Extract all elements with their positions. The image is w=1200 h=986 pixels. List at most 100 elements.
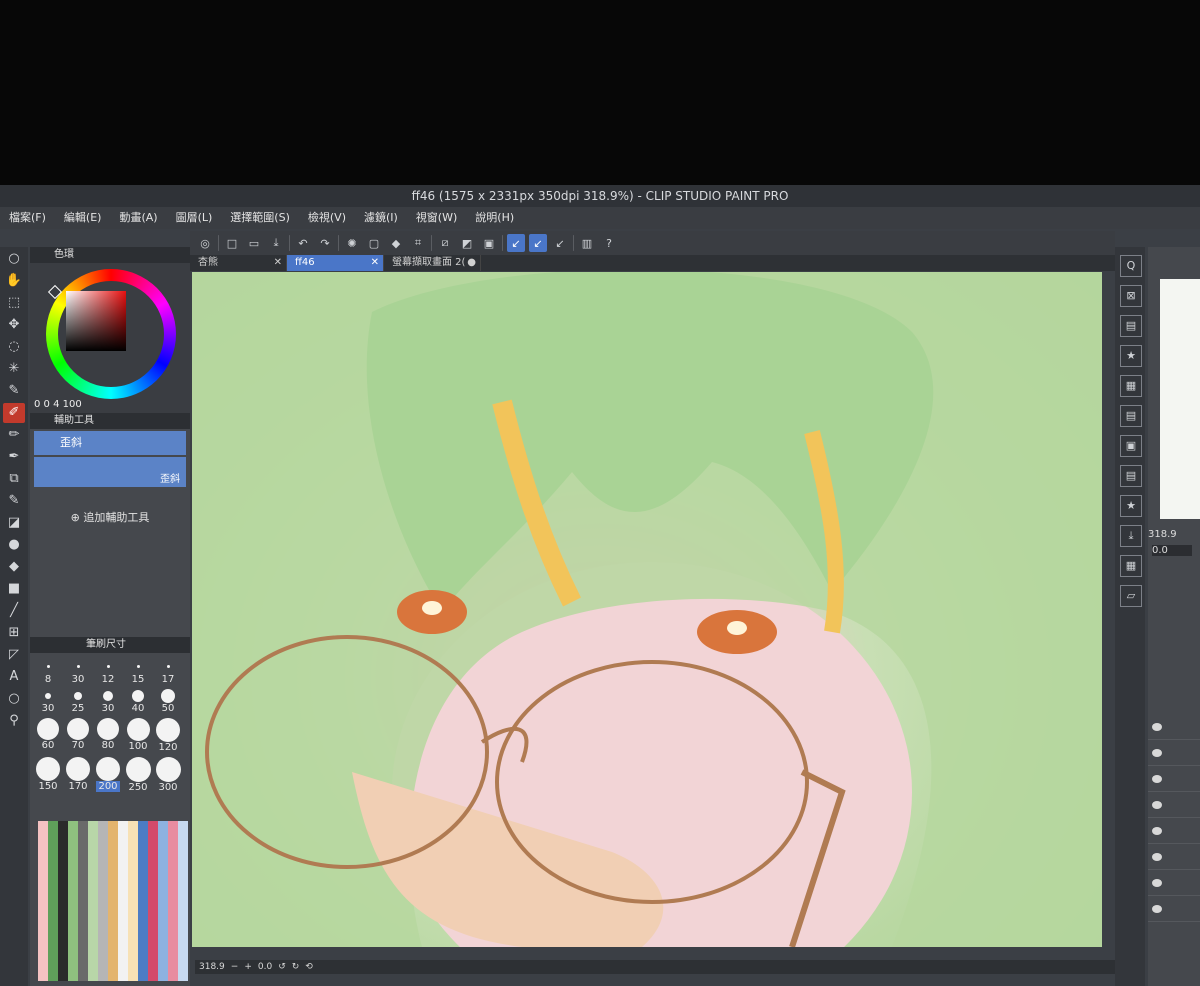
palette-swatch[interactable] [78, 841, 88, 851]
figure-icon[interactable]: ╱ [3, 601, 25, 621]
canvas-tab[interactable]: 螢幕擷取畫面 2(● [384, 255, 481, 271]
palette-swatch[interactable] [128, 901, 138, 911]
palette-swatch[interactable] [58, 931, 68, 941]
brush-size-item[interactable]: 17 [154, 659, 182, 685]
palette-swatch[interactable] [108, 891, 118, 901]
palette-swatch[interactable] [58, 861, 68, 871]
palette-swatch[interactable] [98, 881, 108, 891]
brush-size-item[interactable]: 250 [124, 757, 152, 793]
palette-swatch[interactable] [128, 911, 138, 921]
palette-swatch[interactable] [158, 851, 168, 861]
palette-swatch[interactable] [38, 871, 48, 881]
palette-swatch[interactable] [78, 941, 88, 951]
eye-icon[interactable] [1152, 879, 1162, 887]
brush-size-item[interactable]: 15 [124, 659, 152, 685]
palette-swatch[interactable] [178, 881, 188, 891]
gradient-icon[interactable]: ■ [3, 579, 25, 599]
new-file-icon[interactable]: □ [223, 234, 241, 252]
palette-swatch[interactable] [118, 931, 128, 941]
add-subtool-button[interactable]: ⊕ 追加輔助工具 [30, 509, 190, 525]
palette-swatch[interactable] [148, 951, 158, 961]
saturation-value-square[interactable] [66, 291, 126, 351]
palette-swatch[interactable] [128, 961, 138, 971]
tag-icon[interactable]: ▱ [1120, 585, 1142, 607]
palette-swatch[interactable] [48, 861, 58, 871]
palette-swatch[interactable] [38, 941, 48, 951]
palette-swatch[interactable] [98, 871, 108, 881]
palette-swatch[interactable] [98, 841, 108, 851]
palette-swatch[interactable] [88, 921, 98, 931]
navigator-zoom[interactable]: 318.9 [1148, 529, 1177, 540]
palette-swatch[interactable] [168, 971, 178, 981]
palette-swatch[interactable] [48, 881, 58, 891]
navigator-thumbnail[interactable] [1160, 279, 1200, 519]
blend-icon[interactable]: ● [3, 535, 25, 555]
palette-swatch[interactable] [108, 851, 118, 861]
palette-swatch[interactable] [38, 931, 48, 941]
palette-swatch[interactable] [38, 961, 48, 971]
brush-size-item[interactable]: 40 [124, 689, 152, 714]
hand-icon[interactable]: ✋ [3, 271, 25, 291]
palette-swatch[interactable] [168, 831, 178, 841]
menu-edit[interactable]: 編輯(E) [55, 207, 111, 229]
eye-icon[interactable] [1152, 853, 1162, 861]
palette-swatch[interactable] [138, 851, 148, 861]
palette-swatch[interactable] [178, 851, 188, 861]
loading-icon[interactable]: ✺ [343, 234, 361, 252]
palette-swatch[interactable] [118, 881, 128, 891]
palette-swatch[interactable] [158, 961, 168, 971]
palette-swatch[interactable] [58, 841, 68, 851]
eraser-icon[interactable]: ◪ [3, 513, 25, 533]
palette-swatch[interactable] [138, 921, 148, 931]
ruler-tool-icon[interactable]: ◸ [3, 645, 25, 665]
palette-swatch[interactable] [178, 821, 188, 831]
palette-swatch[interactable] [68, 831, 78, 841]
palette-swatch[interactable] [68, 961, 78, 971]
palette-swatch[interactable] [168, 891, 178, 901]
palette-swatch[interactable] [138, 861, 148, 871]
pencil-icon[interactable]: ✏ [3, 425, 25, 445]
decoration-icon[interactable]: ✎ [3, 491, 25, 511]
undo-icon[interactable]: ↶ [294, 234, 312, 252]
palette-swatch[interactable] [78, 961, 88, 971]
brush-size-item[interactable]: 120 [154, 718, 182, 753]
subtool-tab[interactable]: 輔助工具 [30, 413, 190, 429]
palette-swatch[interactable] [88, 891, 98, 901]
ruler-icon[interactable]: ▥ [578, 234, 596, 252]
palette-swatch[interactable] [178, 871, 188, 881]
palette-swatch[interactable] [168, 841, 178, 851]
palette-swatch[interactable] [118, 851, 128, 861]
brush-size-item-selected[interactable]: 200 [94, 757, 122, 793]
palette-swatch[interactable] [148, 901, 158, 911]
palette-swatch[interactable] [58, 901, 68, 911]
palette-swatch[interactable] [178, 951, 188, 961]
palette-swatch[interactable] [158, 831, 168, 841]
brush-size-item[interactable]: 8 [34, 659, 62, 685]
palette-swatch[interactable] [168, 901, 178, 911]
brush-size-item[interactable]: 30 [64, 659, 92, 685]
palette-swatch[interactable] [148, 891, 158, 901]
palette-swatch[interactable] [48, 831, 58, 841]
palette-swatch[interactable] [158, 921, 168, 931]
palette-swatch[interactable] [48, 891, 58, 901]
brush-size-item[interactable]: 25 [64, 689, 92, 714]
palette-swatch[interactable] [128, 841, 138, 851]
palette-swatch[interactable] [98, 831, 108, 841]
transform-icon[interactable]: ⌗ [409, 234, 427, 252]
brush-size-item[interactable]: 80 [94, 718, 122, 753]
palette-swatch[interactable] [138, 831, 148, 841]
palette-swatch[interactable] [138, 961, 148, 971]
canvas-tab[interactable]: 杏熊 ✕ [190, 255, 287, 271]
snap-special-ruler-icon[interactable]: ↙ [529, 234, 547, 252]
brush-size-item[interactable]: 60 [34, 718, 62, 753]
zoom-out-icon[interactable]: − [231, 960, 239, 974]
palette-swatch[interactable] [68, 921, 78, 931]
save-icon[interactable]: ⤓ [267, 234, 285, 252]
operation-icon[interactable]: ⬚ [3, 293, 25, 313]
layer-row[interactable] [1148, 873, 1200, 896]
download-icon[interactable]: ⤓ [1120, 525, 1142, 547]
zoom-icon[interactable]: ○ [3, 249, 25, 269]
palette-swatch[interactable] [148, 881, 158, 891]
palette-swatch[interactable] [128, 971, 138, 981]
palette-swatch[interactable] [38, 951, 48, 961]
